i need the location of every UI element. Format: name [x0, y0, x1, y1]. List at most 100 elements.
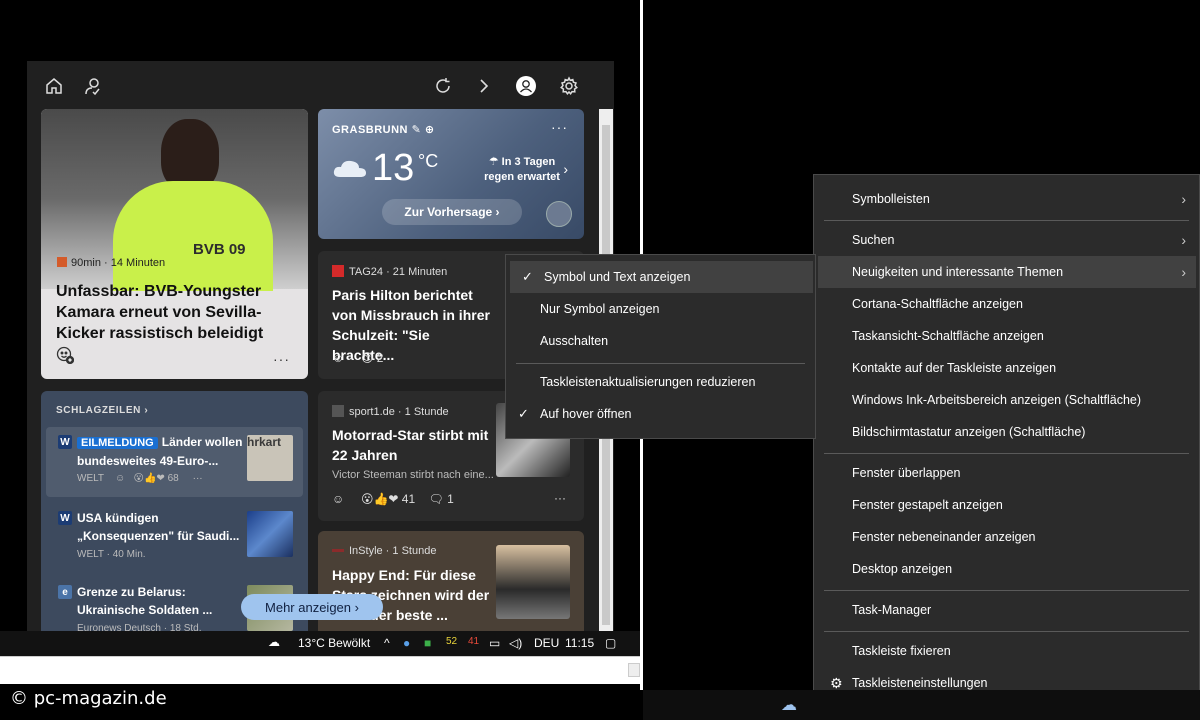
- tag24-logo-icon: [332, 265, 344, 277]
- headline-thumbnail: hrkart: [247, 435, 293, 481]
- menu-separator: [516, 363, 805, 364]
- headline-item[interactable]: W EILMELDUNG Länder wollen bundesweites 4…: [46, 427, 303, 497]
- reaction-bar[interactable]: ☺ 😮👍❤ 41 🗨 1: [332, 492, 454, 506]
- taskbar: ☁ 13°C Bewölkt ^ ● ■ 52 41 ▭ ◁) DEU 11:1…: [0, 631, 640, 656]
- tray-counter: 52: [446, 636, 458, 647]
- cloud-icon[interactable]: ☁: [268, 635, 280, 649]
- menu-item-windows-ink[interactable]: Windows Ink-Arbeitsbereich anzeigen (Sch…: [818, 384, 1196, 416]
- menu-item-suchen[interactable]: Suchen ›: [818, 224, 1196, 256]
- menu-separator: [824, 590, 1189, 591]
- menu-item-ausschalten[interactable]: Ausschalten: [506, 325, 815, 357]
- euronews-logo-icon: e: [58, 585, 72, 599]
- menu-item-nur-symbol[interactable]: Nur Symbol anzeigen: [506, 293, 815, 325]
- umbrella-icon: ☂: [488, 156, 499, 168]
- headlines-title[interactable]: SCHLAGZEILEN ›: [56, 405, 148, 416]
- news-source: 90min · 14 Minuten: [57, 257, 165, 269]
- check-icon: ✓: [522, 269, 533, 284]
- tray-app-icon[interactable]: ■: [424, 636, 431, 650]
- globe-icon[interactable]: ⊕: [425, 124, 435, 136]
- language-indicator[interactable]: DEU: [534, 636, 559, 650]
- cloud-icon: [333, 160, 366, 177]
- headline-meta: WELT ☺ 😮👍❤ 68 ···: [77, 473, 203, 484]
- instyle-logo-icon: [332, 549, 344, 552]
- weather-temperature: 13: [372, 147, 415, 189]
- news-source: TAG24 · 21 Minuten: [332, 265, 447, 278]
- menu-item-desktop-anzeigen[interactable]: Desktop anzeigen: [818, 553, 1196, 585]
- clock[interactable]: 11:15: [565, 636, 594, 650]
- volume-icon[interactable]: ◁): [509, 636, 522, 650]
- emoji-reaction-icon: 😊: [360, 351, 374, 365]
- welt-logo-icon: W: [58, 511, 72, 525]
- menu-item-hover-oeffnen[interactable]: ✓ Auf hover öffnen: [506, 398, 815, 430]
- menu-item-kontakte[interactable]: Kontakte auf der Taskleiste anzeigen: [818, 352, 1196, 384]
- news-title[interactable]: Unfassbar: BVB-Youngster Kamara erneut v…: [56, 281, 296, 344]
- source-logo-icon: [57, 257, 67, 267]
- gear-icon[interactable]: [558, 75, 580, 97]
- news-source: InStyle · 1 Stunde: [332, 545, 436, 557]
- tray-counter: 41: [468, 636, 480, 647]
- menu-item-cortana[interactable]: Cortana-Schaltfläche anzeigen: [818, 288, 1196, 320]
- menu-item-fenster-gestapelt[interactable]: Fenster gestapelt anzeigen: [818, 489, 1196, 521]
- notification-icon[interactable]: ▢: [605, 636, 616, 650]
- headline-item[interactable]: W USA kündigen „Konsequenzen" für Saudi.…: [46, 503, 303, 573]
- right-taskbar: ☁: [643, 690, 1200, 720]
- more-options-icon[interactable]: ···: [551, 119, 568, 135]
- taskbar-context-menu: Symbolleisten › Suchen › Neuigkeiten und i…: [813, 174, 1200, 704]
- news-subtitle: Victor Steeman stirbt nach eine...: [332, 469, 494, 481]
- headline-meta: WELT · 40 Min.: [77, 549, 146, 560]
- jersey-text: BVB 09: [193, 241, 246, 258]
- home-icon[interactable]: [43, 75, 65, 97]
- menu-item-bildschirmtastatur[interactable]: Bildschirmtastatur anzeigen (Schaltfläch…: [818, 416, 1196, 448]
- menu-separator: [824, 631, 1189, 632]
- welt-logo-icon: W: [58, 435, 72, 449]
- weather-map-icon[interactable]: [546, 201, 572, 227]
- chevron-right-icon: ›: [1181, 191, 1186, 207]
- emoji-reaction-icon: 😮👍❤: [360, 492, 399, 506]
- menu-item-taskleiste-fixieren[interactable]: Taskleiste fixieren: [818, 635, 1196, 667]
- refresh-icon[interactable]: [432, 75, 454, 97]
- add-reaction-icon[interactable]: ☺: [115, 473, 125, 484]
- avatar-icon[interactable]: [515, 75, 537, 97]
- chevron-up-icon[interactable]: ^: [384, 636, 390, 650]
- edit-icon[interactable]: ✎: [412, 124, 422, 136]
- weather-location: GRASBRUNN ✎ ⊕: [332, 124, 435, 136]
- menu-item-neuigkeiten[interactable]: Neuigkeiten und interessante Themen ›: [818, 256, 1196, 288]
- show-more-button[interactable]: Mehr anzeigen ›: [241, 594, 383, 620]
- menu-item-taskansicht[interactable]: Taskansicht-Schaltfläche anzeigen: [818, 320, 1196, 352]
- scroll-down-icon[interactable]: [628, 663, 640, 677]
- news-card-bvb[interactable]: BVB 09 90min · 14 Minuten Unfassbar: BVB…: [41, 109, 308, 379]
- menu-item-aktualisierungen-reduzieren[interactable]: Taskleistenaktualisierungen reduzieren: [506, 366, 815, 398]
- chevron-right-icon[interactable]: [473, 75, 495, 97]
- news-thumbnail: [496, 545, 570, 619]
- watermark: © pc-magazin.de: [10, 688, 167, 709]
- menu-separator: [824, 453, 1189, 454]
- window-frame: [0, 656, 642, 684]
- weather-forecast-note: ☂ In 3 Tagen regen erwartet: [484, 156, 560, 183]
- weather-person-icon[interactable]: [81, 75, 103, 97]
- network-icon[interactable]: ▭: [489, 636, 500, 650]
- menu-item-symbol-und-text[interactable]: ✓ Symbol und Text anzeigen: [510, 261, 813, 293]
- menu-item-fenster-nebeneinander[interactable]: Fenster nebeneinander anzeigen: [818, 521, 1196, 553]
- add-reaction-icon[interactable]: ☺: [332, 351, 344, 365]
- menu-item-task-manager[interactable]: Task-Manager: [818, 594, 1196, 626]
- cloud-icon[interactable]: ☁: [781, 695, 797, 715]
- more-options-icon[interactable]: ···: [273, 351, 290, 367]
- breaking-badge: EILMELDUNG: [77, 437, 158, 449]
- menu-item-fenster-ueberlappen[interactable]: Fenster überlappen: [818, 457, 1196, 489]
- more-options-icon[interactable]: ···: [554, 491, 566, 505]
- emoji-reaction-icon: 😮👍❤: [133, 473, 165, 484]
- sport1-logo-icon: [332, 405, 344, 417]
- weather-card[interactable]: GRASBRUNN ✎ ⊕ ··· 13 °C ☂ In 3 Tagen rege…: [318, 109, 584, 239]
- forecast-button[interactable]: Zur Vorhersage ›: [382, 199, 522, 225]
- reaction-bar[interactable]: ☺ 😊 2: [332, 351, 383, 365]
- add-reaction-icon[interactable]: ☺: [332, 492, 344, 506]
- news-source: sport1.de · 1 Stunde: [332, 405, 449, 418]
- more-options-icon[interactable]: ···: [193, 473, 203, 484]
- menu-item-symbolleisten[interactable]: Symbolleisten ›: [818, 183, 1196, 215]
- chevron-right-icon[interactable]: ›: [563, 161, 568, 177]
- tray-app-icon[interactable]: ●: [403, 636, 410, 650]
- taskbar-weather[interactable]: 13°C Bewölkt: [298, 636, 370, 650]
- comment-icon[interactable]: 🗨: [429, 492, 444, 506]
- add-reaction-icon[interactable]: [56, 346, 75, 367]
- news-title[interactable]: Motorrad-Star stirbt mit 22 Jahren: [332, 425, 496, 465]
